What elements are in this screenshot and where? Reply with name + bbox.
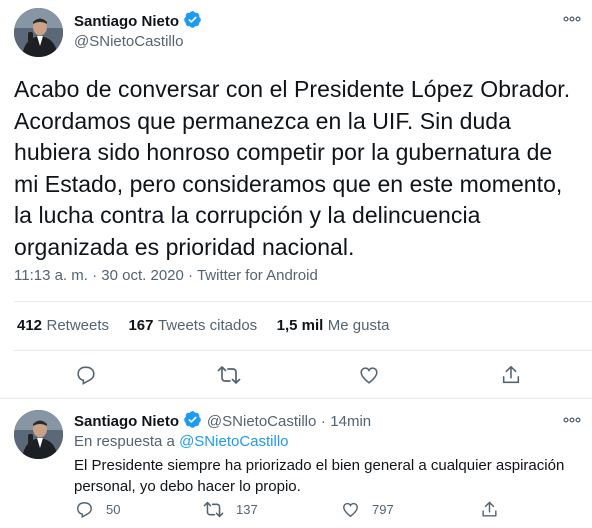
divider [0, 398, 592, 399]
more-options-icon[interactable] [561, 12, 583, 26]
retweet-count: 137 [236, 502, 258, 517]
retweets-stat[interactable]: 412 Retweets [17, 317, 113, 334]
like-count: 797 [372, 502, 394, 517]
reply-author-avatar[interactable] [14, 410, 63, 459]
author-handle[interactable]: @SNietoCastillo [74, 32, 183, 52]
reply-icon [77, 366, 95, 385]
reply-author-handle[interactable]: @SNietoCastillo [207, 413, 316, 430]
reply-like-button[interactable]: 797 [341, 500, 394, 519]
reply-retweet-button[interactable]: 137 [203, 500, 258, 519]
heart-icon [360, 367, 378, 384]
tweet-text: Acabo de conversar con el Presidente Lóp… [14, 76, 571, 260]
meta-separator: · [320, 413, 326, 430]
in-reply-to: En respuesta a @SNietoCastillo [74, 432, 289, 452]
in-reply-prefix: En respuesta a [74, 433, 175, 450]
author-avatar[interactable] [14, 8, 63, 57]
meta-separator: · [188, 267, 194, 284]
heart-icon [343, 502, 358, 518]
tweet-date[interactable]: 30 oct. 2020 [101, 267, 184, 284]
author-name[interactable]: Santiago Nieto [74, 13, 179, 30]
reply-reply-button[interactable]: 50 [75, 500, 120, 519]
reply-icon [77, 502, 92, 519]
tweet-stats: 412 Retweets 167 Tweets citados 1,5 mil … [17, 316, 389, 336]
share-icon [482, 501, 497, 517]
meta-separator: · [92, 267, 98, 284]
quotes-stat[interactable]: 167 Tweets citados [128, 317, 261, 334]
retweet-button[interactable] [217, 364, 241, 386]
retweet-icon [203, 501, 224, 518]
reply-count: 50 [106, 502, 121, 517]
reply-button[interactable] [75, 364, 97, 386]
tweet-source[interactable]: Twitter for Android [197, 267, 318, 284]
share-icon [502, 365, 520, 384]
reply-more-options-icon[interactable] [561, 413, 583, 427]
verified-badge-icon [183, 10, 202, 35]
reply-time[interactable]: 14min [330, 413, 371, 430]
reply-share-button[interactable] [480, 500, 499, 519]
reply-tweet-text: El Presidente siempre ha priorizado el b… [74, 457, 565, 495]
reply-author-name[interactable]: Santiago Nieto [74, 413, 179, 430]
share-button[interactable] [500, 364, 522, 386]
retweet-icon [217, 366, 241, 384]
like-button[interactable] [358, 364, 380, 386]
in-reply-handle-link[interactable]: @SNietoCastillo [179, 433, 288, 450]
divider [14, 350, 592, 351]
divider [14, 301, 592, 302]
likes-stat[interactable]: 1,5 mil Me gusta [277, 317, 390, 334]
tweet-time[interactable]: 11:13 a. m. [14, 267, 88, 284]
